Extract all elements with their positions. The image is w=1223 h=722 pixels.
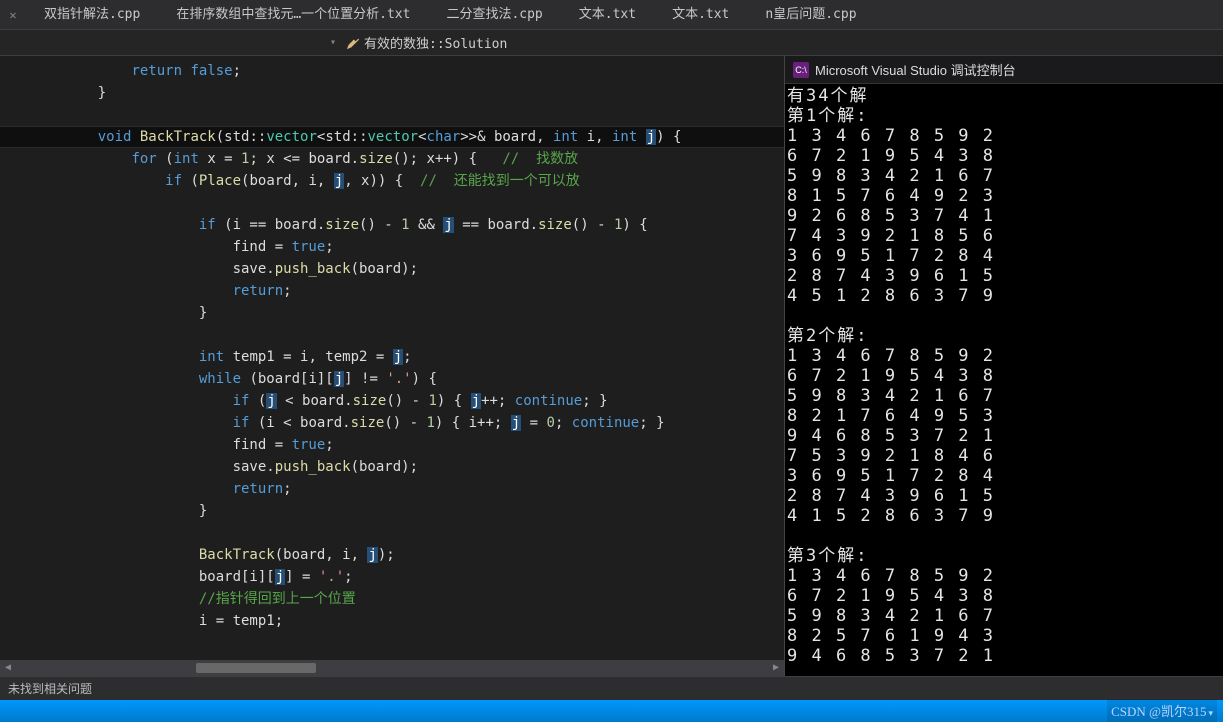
main-area: return false; } void BackTrack(std::vect… xyxy=(0,56,1223,676)
scroll-left-icon[interactable]: ◀ xyxy=(0,657,16,676)
code-line[interactable]: save.push_back(board); xyxy=(20,456,784,478)
code-line[interactable]: find = true; xyxy=(20,236,784,258)
scroll-right-icon[interactable]: ▶ xyxy=(768,657,784,676)
scope-label: 有效的数独::Solution xyxy=(364,33,507,52)
console-output[interactable]: 有34个解 第1个解: 1 3 4 6 7 8 5 9 2 6 7 2 1 9 … xyxy=(785,84,1223,676)
editor-tab-bar: ✕ 双指针解法.cpp 在排序数组中查找元…一个位置分析.txt 二分查找法.c… xyxy=(0,0,1223,30)
tab-item[interactable]: 文本.txt xyxy=(654,0,747,30)
tab-item[interactable]: 在排序数组中查找元…一个位置分析.txt xyxy=(158,0,428,30)
code-line[interactable]: if (j < board.size() - 1) { j++; continu… xyxy=(20,390,784,412)
code-line[interactable] xyxy=(20,104,784,126)
code-line[interactable]: if (i == board.size() - 1 && j == board.… xyxy=(20,214,784,236)
code-line[interactable] xyxy=(20,324,784,346)
code-editor[interactable]: return false; } void BackTrack(std::vect… xyxy=(0,56,784,676)
code-line[interactable]: } xyxy=(20,82,784,104)
scroll-thumb[interactable] xyxy=(196,663,316,673)
tab-item[interactable]: n皇后问题.cpp xyxy=(747,0,874,30)
code-line[interactable]: return false; xyxy=(20,60,784,82)
code-line[interactable]: save.push_back(board); xyxy=(20,258,784,280)
close-tab-icon[interactable]: ✕ xyxy=(0,8,26,22)
status-bar: 未找到相关问题 xyxy=(0,676,1223,700)
code-line[interactable]: void BackTrack(std::vector<std::vector<c… xyxy=(0,126,784,148)
code-line[interactable]: return; xyxy=(20,280,784,302)
code-line[interactable]: BackTrack(board, i, j); xyxy=(20,544,784,566)
tab-item[interactable]: 二分查找法.cpp xyxy=(428,0,560,30)
code-line[interactable]: find = true; xyxy=(20,434,784,456)
code-line[interactable]: if (Place(board, i, j, x)) { // 还能找到一个可以… xyxy=(20,170,784,192)
code-line[interactable]: for (int x = 1; x <= board.size(); x++) … xyxy=(20,148,784,170)
console-title-text: Microsoft Visual Studio 调试控制台 xyxy=(815,60,1016,79)
code-line[interactable]: i = temp1; xyxy=(20,610,784,632)
code-line[interactable]: if (i < board.size() - 1) { i++; j = 0; … xyxy=(20,412,784,434)
debug-console-window: C:\ Microsoft Visual Studio 调试控制台 有34个解 … xyxy=(784,56,1223,676)
code-line[interactable]: return; xyxy=(20,478,784,500)
code-line[interactable]: board[i][j] = '.'; xyxy=(20,566,784,588)
editor-horizontal-scrollbar[interactable]: ◀ ▶ xyxy=(0,660,784,676)
console-title-bar[interactable]: C:\ Microsoft Visual Studio 调试控制台 xyxy=(785,56,1223,84)
chevron-down-icon[interactable]: ▾ xyxy=(330,37,336,48)
bottom-stripe xyxy=(0,700,1223,722)
code-line[interactable]: //指针得回到上一个位置 xyxy=(20,588,784,610)
wrench-icon xyxy=(346,36,360,50)
tab-item[interactable]: 文本.txt xyxy=(561,0,654,30)
watermark: CSDN @凯尔315▾ xyxy=(1107,699,1217,722)
code-line[interactable]: } xyxy=(20,302,784,324)
code-line[interactable]: } xyxy=(20,500,784,522)
code-line[interactable]: int temp1 = i, temp2 = j; xyxy=(20,346,784,368)
status-text: 未找到相关问题 xyxy=(8,677,92,701)
code-line[interactable] xyxy=(20,522,784,544)
code-line[interactable]: while (board[i][j] != '.') { xyxy=(20,368,784,390)
code-line[interactable] xyxy=(20,192,784,214)
scope-bar[interactable]: ▾ 有效的数独::Solution xyxy=(0,30,1223,56)
tab-item[interactable]: 双指针解法.cpp xyxy=(26,0,158,30)
vs-icon: C:\ xyxy=(793,62,809,78)
